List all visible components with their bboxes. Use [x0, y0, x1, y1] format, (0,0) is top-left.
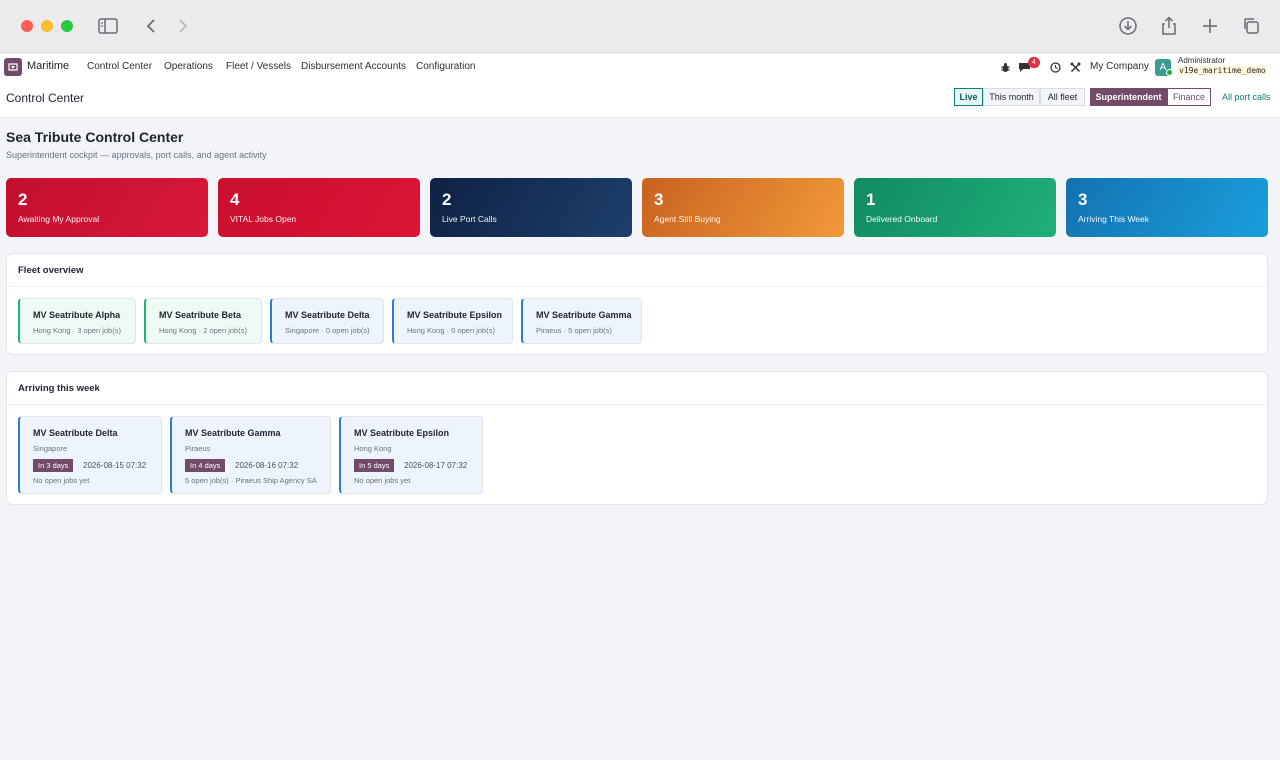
vessel-card-delta[interactable]: MV Seatribute Delta Singapore · 0 open j… — [270, 298, 384, 344]
page-title: Sea Tribute Control Center — [6, 129, 184, 145]
fleet-overview-title: Fleet overview — [18, 265, 84, 276]
close-window-button[interactable] — [21, 20, 33, 32]
vessel-card-alpha[interactable]: MV Seatribute Alpha Hong Kong · 3 open j… — [18, 298, 136, 344]
zoom-window-button[interactable] — [61, 20, 73, 32]
kpi-label: Arriving This Week — [1078, 214, 1150, 224]
filter-all-fleet-button[interactable]: All fleet — [1040, 88, 1085, 106]
vessel-name: MV Seatribute Alpha — [33, 310, 121, 320]
kpi-label: Live Port Calls — [442, 214, 497, 224]
arrivals-header: Arriving this week — [7, 372, 1267, 405]
kpi-label: Agent Still Buying — [654, 214, 721, 224]
menu-configuration[interactable]: Configuration — [416, 61, 475, 72]
arrival-vessel-name: MV Seatribute Gamma — [185, 428, 281, 438]
menu-fleet-vessels[interactable]: Fleet / Vessels — [226, 61, 291, 72]
vessel-meta: Singapore · 0 open job(s) — [285, 326, 370, 335]
arrival-port: Piraeus — [185, 444, 211, 453]
kpi-delivered-onboard-card[interactable]: 1 Delivered Onboard — [854, 178, 1056, 237]
arrival-vessel-name: MV Seatribute Delta — [33, 428, 118, 438]
kpi-agent-still-buying-card[interactable]: 3 Agent Still Buying — [642, 178, 844, 237]
download-icon[interactable] — [1116, 14, 1140, 38]
share-icon[interactable] — [1157, 14, 1181, 38]
tools-icon[interactable] — [1068, 60, 1082, 74]
user-name[interactable]: Administrator — [1178, 56, 1225, 65]
sidebar-toggle-icon[interactable] — [96, 14, 120, 38]
arrival-port: Singapore — [33, 444, 68, 453]
kpi-label: Awaiting My Approval — [18, 214, 100, 224]
arrivals-title: Arriving this week — [18, 383, 100, 394]
kpi-label: Delivered Onboard — [866, 214, 938, 224]
control-panel: Control Center Live This month All fleet… — [0, 80, 1280, 118]
vessel-card-epsilon[interactable]: MV Seatribute Epsilon Hong Kong · 0 open… — [392, 298, 513, 344]
tab-overview-icon[interactable] — [1239, 14, 1263, 38]
database-name: v19e_maritime_demo — [1178, 66, 1267, 75]
main-navbar: Maritime Control Center Operations Fleet… — [0, 54, 1280, 80]
filter-live-button[interactable]: Live — [954, 88, 983, 106]
company-switcher[interactable]: My Company — [1090, 61, 1149, 72]
arrival-jobs: No open jobs yet — [354, 476, 411, 485]
vessel-meta: Hong Kong · 3 open job(s) — [33, 326, 121, 335]
vessel-name: MV Seatribute Gamma — [536, 310, 632, 320]
menu-operations[interactable]: Operations — [164, 61, 213, 72]
arrival-card-delta[interactable]: MV Seatribute Delta Singapore In 3 days … — [18, 416, 162, 494]
vessel-name: MV Seatribute Delta — [285, 310, 370, 320]
kpi-arriving-this-week-card[interactable]: 3 Arriving This Week — [1066, 178, 1268, 237]
menu-disbursement-accounts[interactable]: Disbursement Accounts — [301, 61, 406, 72]
role-finance-button[interactable]: Finance — [1167, 88, 1211, 106]
kpi-value: 4 — [230, 190, 240, 209]
kpi-label: VITAL Jobs Open — [230, 214, 297, 224]
page-subtitle: Superintendent cockpit — approvals, port… — [6, 150, 267, 160]
messages-count-badge: 4 — [1028, 57, 1040, 68]
menu-control-center[interactable]: Control Center — [87, 61, 152, 72]
user-online-status-dot — [1166, 69, 1173, 76]
kpi-vital-jobs-card[interactable]: 4 VITAL Jobs Open — [218, 178, 420, 237]
app-brand-name[interactable]: Maritime — [27, 60, 69, 72]
arrival-card-epsilon[interactable]: MV Seatribute Epsilon Hong Kong In 5 day… — [339, 416, 483, 494]
arrival-port: Hong Kong — [354, 444, 392, 453]
arrival-jobs: 5 open job(s) · Piraeus Ship Agency SA — [185, 476, 317, 485]
arrival-card-gamma[interactable]: MV Seatribute Gamma Piraeus In 4 days 20… — [170, 416, 331, 494]
kpi-awaiting-approval-card[interactable]: 2 Awaiting My Approval — [6, 178, 208, 237]
kpi-value: 2 — [18, 190, 28, 209]
bug-icon[interactable] — [998, 60, 1012, 74]
role-superintendent-button[interactable]: Superintendent — [1090, 88, 1167, 106]
kpi-value: 3 — [1078, 190, 1088, 209]
eta-datetime: 2026-08-15 07:32 — [83, 461, 147, 470]
fleet-overview-panel: Fleet overview MV Seatribute Alpha Hong … — [6, 253, 1268, 355]
kpi-live-port-calls-card[interactable]: 2 Live Port Calls — [430, 178, 632, 237]
minimize-window-button[interactable] — [41, 20, 53, 32]
eta-countdown-badge: In 4 days — [185, 459, 226, 472]
eta-datetime: 2026-08-17 07:32 — [404, 461, 468, 470]
vessel-meta: Hong Kong · 2 open job(s) — [159, 326, 247, 335]
arrival-vessel-name: MV Seatribute Epsilon — [354, 428, 450, 438]
arrival-jobs: No open jobs yet — [33, 476, 90, 485]
vessel-card-beta[interactable]: MV Seatribute Beta Hong Kong · 2 open jo… — [144, 298, 262, 344]
app-logo-icon[interactable] — [4, 58, 22, 76]
kpi-value: 2 — [442, 190, 452, 209]
forward-arrow-icon[interactable] — [171, 14, 195, 38]
filter-this-month-button[interactable]: This month — [983, 88, 1040, 106]
vessel-meta: Piraeus · 5 open job(s) — [536, 326, 612, 335]
new-tab-plus-icon[interactable] — [1198, 14, 1222, 38]
eta-datetime: 2026-08-16 07:32 — [235, 461, 299, 470]
kpi-value: 3 — [654, 190, 664, 209]
browser-toolbar — [0, 0, 1280, 53]
breadcrumb: Control Center — [6, 91, 85, 105]
vessel-name: MV Seatribute Epsilon — [407, 310, 503, 320]
kpi-value: 1 — [866, 190, 876, 209]
eta-countdown-badge: In 5 days — [354, 459, 395, 472]
vessel-name: MV Seatribute Beta — [159, 310, 242, 320]
eta-countdown-badge: In 3 days — [33, 459, 74, 472]
vessel-meta: Hong Kong · 0 open job(s) — [407, 326, 495, 335]
vessel-card-gamma[interactable]: MV Seatribute Gamma Piraeus · 5 open job… — [521, 298, 642, 344]
arrivals-panel: Arriving this week MV Seatribute Delta S… — [6, 371, 1268, 505]
fleet-overview-header: Fleet overview — [7, 254, 1267, 287]
back-arrow-icon[interactable] — [139, 14, 163, 38]
all-port-calls-link[interactable]: All port calls — [1222, 92, 1271, 102]
activity-clock-icon[interactable] — [1048, 60, 1062, 74]
